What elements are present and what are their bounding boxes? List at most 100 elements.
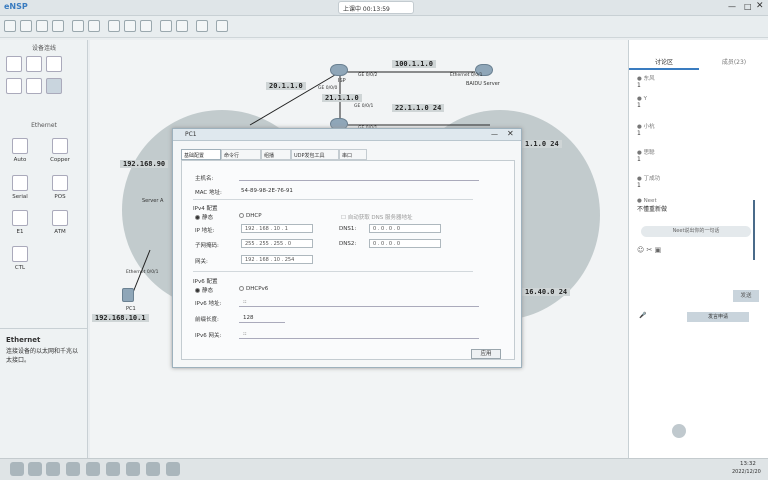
static6-radio[interactable]: 静态 [195,286,213,294]
node-label: PC1 [126,306,136,312]
start-icon[interactable] [160,20,172,32]
close-icon[interactable]: ✕ [756,1,764,11]
app-icon[interactable] [126,462,140,476]
taskview-icon[interactable] [46,462,60,476]
node-label: BAIDU Server [466,81,500,87]
ip-label: 1.1.0 24 [522,140,562,148]
app-icon[interactable] [66,462,80,476]
serial-cable-icon[interactable] [12,175,28,191]
app-icon[interactable] [106,462,120,476]
app-icon[interactable] [86,462,100,476]
tab-basic[interactable]: 基础配置 [181,149,221,160]
auto-dns-checkbox[interactable]: ☐ 自动获取 DNS 服务器地址 [341,213,413,221]
gw6-input[interactable]: :: [243,331,247,337]
dns2-input[interactable]: 0 . 0 . 0 . 0 [369,239,441,248]
open-icon[interactable] [20,20,32,32]
pc-icon[interactable] [6,78,22,94]
ipv6-label: IPv6 地址: [195,301,222,307]
ipv6-input[interactable]: :: [243,299,247,305]
search-icon[interactable] [28,462,42,476]
minimize-icon[interactable]: — [491,130,498,138]
new-icon[interactable] [4,20,16,32]
divider [193,199,473,200]
emoji-icon[interactable]: ☺ ✂ ▣ [637,246,661,254]
maximize-icon[interactable]: □ [744,2,752,11]
chat-input[interactable]: Neet说出你的一句话 [641,226,751,237]
app-icon[interactable] [146,462,160,476]
cloud-icon[interactable] [26,78,42,94]
apply-button[interactable]: 应用 [471,349,501,359]
speak-request-button[interactable]: 发言申请 [687,312,749,322]
undo-icon[interactable] [72,20,84,32]
dhcpv6-radio[interactable]: DHCPv6 [239,286,268,292]
dialog-title: PC1 [185,131,197,138]
node-label: GE 0/0/1 [354,104,374,109]
close-icon[interactable]: ✕ [507,129,514,138]
app-icon[interactable] [166,462,180,476]
clock-date: 2022/12/20 [732,469,761,475]
tab-udp[interactable]: UDP发包工具 [291,149,339,160]
ip-label: 192.168.10.1 [92,314,149,322]
save-icon[interactable] [36,20,48,32]
router-icon[interactable] [6,56,22,72]
topo-icon[interactable] [216,20,228,32]
tab-discussion[interactable]: 讨论区 [629,56,699,70]
e1-cable-icon[interactable] [12,210,28,226]
copper-cable-icon[interactable] [52,138,68,154]
send-button[interactable]: 发送 [733,290,759,302]
node-label: Ethernet 0/0/1 [126,270,159,275]
redo-icon[interactable] [88,20,100,32]
dialog-titlebar: PC1 — ✕ [173,129,521,141]
scrollbar[interactable] [753,200,755,260]
node-label: GE 0/0/2 [358,73,378,78]
auto-cable-icon[interactable] [12,138,28,154]
mac-label: MAC 地址: [195,190,222,196]
recording-indicator[interactable]: 上课中 00:13:59 [338,1,414,14]
cable-icon[interactable] [46,78,62,94]
wlan-icon[interactable] [46,56,62,72]
title-bar: eNSP 上课中 00:13:59 — □ ✕ [0,0,768,16]
select-icon[interactable] [108,20,120,32]
ip-label: 20.1.1.0 [266,82,306,90]
start-icon[interactable] [10,462,24,476]
dns1-input[interactable]: 0 . 0 . 0 . 0 [369,224,441,233]
delete-icon[interactable] [140,20,152,32]
tab-serial[interactable]: 串口 [339,149,367,160]
tab-multicast[interactable]: 组播 [261,149,291,160]
chat-panel: 讨论区 成员(23) ● 东风 1 ● Y1 ● 小杭 1 ● 思聪 1 ● 丁成功 1… [628,40,768,458]
pc1-icon[interactable] [122,288,134,302]
float-button[interactable] [672,424,686,438]
gw-input[interactable]: 192 . 168 . 10 . 254 [241,255,313,264]
node-label: ISP [338,78,346,84]
node-label: Ethernet 0/0/1 [450,73,483,78]
ip-label: 21.1.1.0 [322,94,362,102]
prefix-input[interactable]: 128 [243,315,254,321]
mask-input[interactable]: 255 . 255 . 255 . 0 [241,239,313,248]
gw-label: 网关: [195,259,208,265]
router-isp-icon[interactable] [330,64,348,76]
ctl-cable-icon[interactable] [12,246,28,262]
stop-icon[interactable] [176,20,188,32]
prefix-label: 前缀长度: [195,317,219,323]
print-icon[interactable] [52,20,64,32]
message: ● Neet 不懂重新做 [637,198,668,213]
capture-icon[interactable] [196,20,208,32]
minimize-icon[interactable]: — [728,2,736,11]
ip-label: IP 地址: [195,228,215,234]
host-field[interactable] [239,180,479,181]
host-label: 主机名: [195,176,214,182]
tab-cli[interactable]: 命令行 [221,149,261,160]
pos-cable-icon[interactable] [52,175,68,191]
tab-members[interactable]: 成员(23) [699,56,768,70]
mac-value: 54-89-98-2E-76-91 [241,188,293,194]
dhcp-radio[interactable]: DHCP [239,213,262,219]
ip-input[interactable]: 192 . 168 . 10 . 1 [241,224,313,233]
static-radio[interactable]: 静态 [195,213,213,221]
atm-cable-icon[interactable] [52,210,68,226]
mic-icon[interactable]: 🎤 [639,312,646,319]
message: ● Y1 [637,96,647,109]
move-icon[interactable] [124,20,136,32]
cable-label: Auto [13,157,27,163]
clock-time: 13:32 [740,461,756,467]
switch-icon[interactable] [26,56,42,72]
